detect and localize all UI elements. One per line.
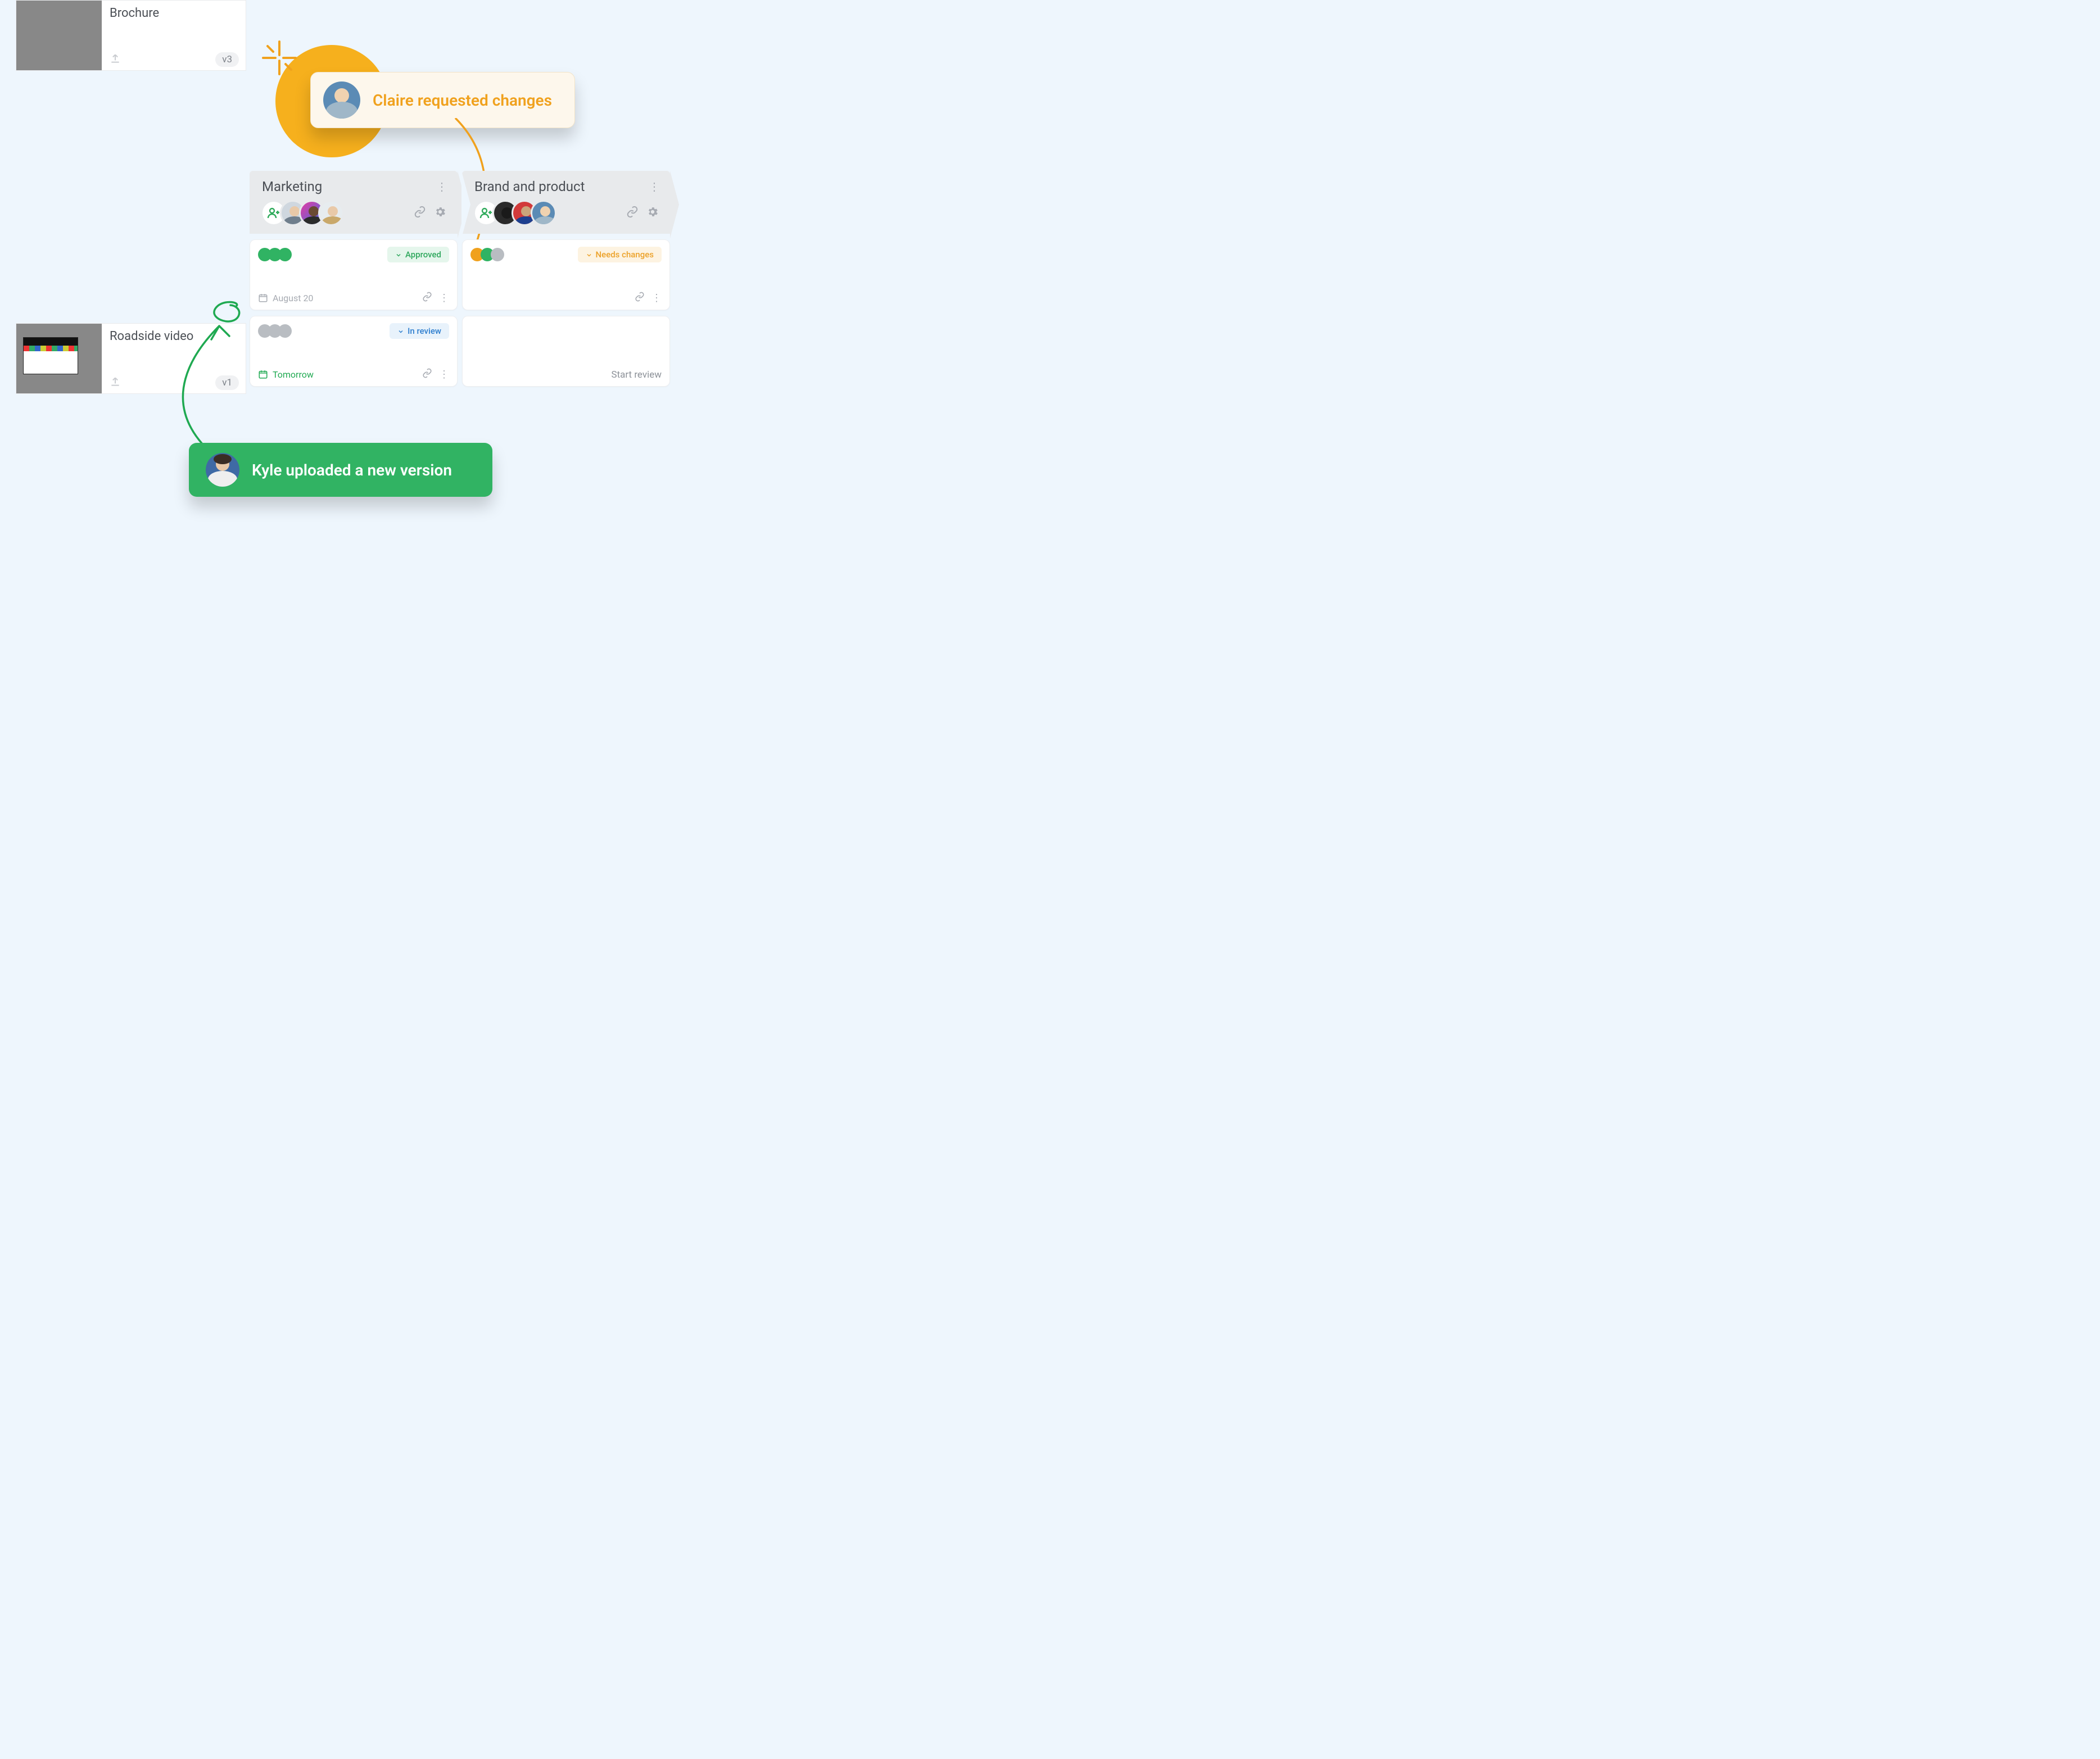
reviewer-dots [470, 248, 504, 261]
link-icon[interactable] [635, 292, 645, 304]
column-members [261, 200, 344, 226]
sparkle-icon [260, 38, 299, 78]
start-review-label[interactable]: Start review [611, 369, 662, 380]
review-card[interactable]: Needs changes ⋮ [462, 239, 670, 310]
column-title: Brand and product [474, 179, 585, 194]
kebab-icon[interactable]: ⋮ [436, 180, 446, 193]
status-badge-in-review[interactable]: In review [390, 323, 449, 339]
asset-title: Brochure [110, 6, 239, 20]
asset-thumbnail [16, 324, 102, 393]
column-header: Marketing ⋮ [250, 171, 458, 234]
column-title: Marketing [262, 179, 322, 194]
link-icon[interactable] [422, 292, 432, 304]
upload-icon[interactable] [110, 53, 121, 66]
asset-row-brochure[interactable]: Brochure v3 [16, 0, 246, 71]
notification-new-version[interactable]: Kyle uploaded a new version [189, 443, 492, 497]
link-icon[interactable] [414, 206, 426, 220]
reviewer-dots [258, 248, 292, 261]
version-badge: v3 [215, 52, 239, 67]
column-header: Brand and product ⋮ [462, 171, 670, 234]
notification-text: Kyle uploaded a new version [252, 461, 452, 479]
asset-title: Roadside video [110, 329, 239, 343]
kebab-icon[interactable]: ⋮ [649, 180, 659, 193]
asset-row-roadside-video[interactable]: Roadside video v1 [16, 323, 246, 394]
version-badge: v1 [215, 375, 239, 390]
kebab-icon[interactable]: ⋮ [439, 292, 449, 304]
avatar[interactable] [318, 200, 344, 226]
notification-text: Claire requested changes [373, 91, 552, 110]
status-badge-approved[interactable]: Approved [387, 247, 449, 262]
status-badge-needs-changes[interactable]: Needs changes [578, 247, 662, 262]
avatar[interactable] [531, 200, 556, 226]
link-icon[interactable] [626, 206, 639, 220]
gear-icon[interactable] [434, 206, 446, 220]
review-card[interactable]: In review Tomorrow ⋮ [250, 316, 458, 387]
due-date: August 20 [258, 293, 313, 303]
reviewer-dots [258, 324, 292, 338]
workflow-column-brand: Brand and product ⋮ [462, 171, 670, 412]
kebab-icon[interactable]: ⋮ [651, 292, 662, 304]
upload-icon[interactable] [110, 376, 121, 389]
avatar-kyle [206, 453, 239, 487]
gear-icon[interactable] [646, 206, 659, 220]
due-date: Tomorrow [258, 369, 314, 380]
asset-thumbnail [16, 1, 102, 70]
kebab-icon[interactable]: ⋮ [439, 369, 449, 380]
avatar-claire [323, 81, 360, 119]
status-label: Needs changes [596, 250, 654, 260]
review-card-empty[interactable]: Start review [462, 316, 670, 387]
column-members [473, 200, 556, 226]
status-label: Approved [405, 250, 441, 260]
link-icon[interactable] [422, 368, 432, 380]
workflow-column-marketing: Marketing ⋮ [250, 171, 458, 412]
review-card[interactable]: Approved August 20 ⋮ [250, 239, 458, 310]
notification-requested-changes[interactable]: Claire requested changes [310, 72, 575, 128]
status-label: In review [408, 326, 441, 336]
